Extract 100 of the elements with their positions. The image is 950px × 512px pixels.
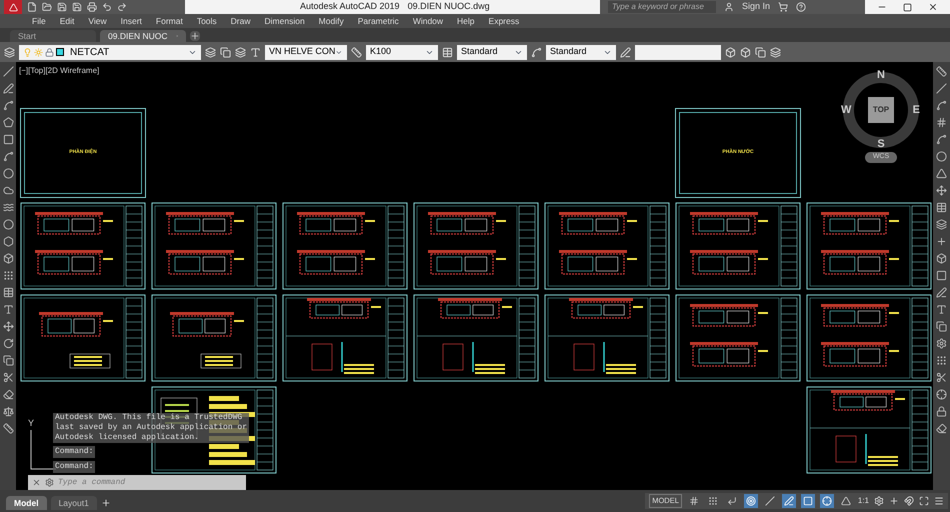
east-label: E: [912, 104, 920, 116]
input-field[interactable]: [635, 44, 721, 60]
file-name: 09.DIEN NUOC.dwg: [408, 0, 490, 14]
menu-item[interactable]: Express: [488, 14, 520, 28]
menu-item[interactable]: Window: [412, 14, 444, 28]
search-field[interactable]: Type a keyword or phrase: [608, 1, 716, 13]
layout-tab[interactable]: Layout1: [50, 496, 97, 510]
open-icon[interactable]: [42, 2, 52, 12]
text-style-dropdown[interactable]: VN HELVE CON: [265, 44, 347, 60]
triangle-toggle[interactable]: [838, 494, 853, 508]
ucs-axis-icon: [30, 430, 56, 470]
block-layers-icon[interactable]: [770, 46, 781, 58]
viewcube-face[interactable]: TOP: [868, 97, 894, 123]
maximize-icon[interactable]: [903, 2, 912, 12]
lock-icon[interactable]: [936, 406, 947, 417]
curve-icon[interactable]: [2, 151, 14, 162]
south-label: S: [877, 139, 885, 150]
spline-icon[interactable]: [2, 202, 14, 213]
command-input[interactable]: Type a command: [58, 476, 242, 488]
sun-icon: [34, 48, 43, 56]
block-icon[interactable]: [725, 46, 736, 58]
close-icon[interactable]: [928, 2, 938, 12]
annotation-scale-button[interactable]: 1:1: [858, 495, 869, 507]
settings-icon[interactable]: [874, 496, 884, 506]
layout-tab[interactable]: Model: [6, 496, 47, 510]
block-edit-icon[interactable]: [740, 46, 751, 58]
move-icon[interactable]: [2, 321, 14, 332]
menu-item[interactable]: Draw: [230, 14, 251, 28]
save-as-icon[interactable]: [72, 2, 82, 12]
text-style-icon[interactable]: [250, 46, 261, 58]
line-icon[interactable]: [2, 66, 14, 77]
new-tab-icon[interactable]: [190, 31, 200, 41]
center-mark-icon[interactable]: [936, 236, 947, 247]
undo-icon[interactable]: [102, 2, 112, 12]
polyline-icon[interactable]: [2, 83, 14, 94]
table-icon[interactable]: [2, 287, 14, 298]
menu-icon[interactable]: [934, 496, 944, 506]
document-tab[interactable]: 09.DIEN NUOC: [100, 30, 186, 42]
multileader-style-dropdown[interactable]: Standard: [546, 44, 616, 60]
square-toggle[interactable]: [800, 494, 815, 508]
sign-in-link[interactable]: Sign In: [742, 0, 770, 14]
menu-item[interactable]: Edit: [60, 14, 74, 28]
viewport-label[interactable]: [−][Top][2D Wireframe]: [19, 65, 100, 77]
text-icon[interactable]: [2, 304, 14, 315]
fullscreen-icon[interactable]: [919, 496, 929, 506]
ellipse-icon[interactable]: [2, 219, 14, 230]
menu-item[interactable]: View: [88, 14, 107, 28]
erase-icon[interactable]: [2, 389, 14, 400]
layer-dropdown[interactable]: NETCAT: [19, 44, 201, 60]
menu-item[interactable]: Modify: [318, 14, 344, 28]
user-icon: [724, 2, 734, 12]
polygon-icon[interactable]: [2, 117, 14, 128]
rectangle-icon[interactable]: [2, 134, 14, 145]
style-icon[interactable]: [936, 338, 947, 349]
block-icon[interactable]: [2, 253, 14, 264]
menu-item[interactable]: Parametric: [358, 14, 399, 28]
menu-item[interactable]: Help: [457, 14, 475, 28]
table-style-icon[interactable]: [442, 46, 453, 58]
slash-toggle[interactable]: [762, 494, 777, 508]
command-history-message: Autodesk DWG. This file is a TrustedDWG last saved by an Autodesk application or Autodesk licensed application.: [53, 413, 250, 443]
copy-icon[interactable]: [2, 355, 14, 366]
hatch-icon[interactable]: [2, 270, 14, 281]
text-edit-icon[interactable]: [936, 304, 947, 315]
break-icon[interactable]: [936, 372, 947, 383]
dimension-icon[interactable]: [936, 66, 947, 77]
measure-icon[interactable]: [2, 423, 14, 434]
menu-item[interactable]: Format: [156, 14, 183, 28]
color-swatch-icon: [56, 48, 64, 56]
menu-item[interactable]: Tools: [196, 14, 217, 28]
dimension-style-dropdown[interactable]: K100: [366, 44, 438, 60]
print-icon[interactable]: [87, 2, 97, 12]
circle-icon[interactable]: [2, 168, 14, 179]
rotate-icon[interactable]: [2, 338, 14, 349]
erase-icon[interactable]: [936, 423, 947, 434]
save-icon[interactable]: [57, 2, 67, 12]
diameter-icon[interactable]: [936, 151, 947, 162]
layer-previous-icon[interactable]: [235, 46, 246, 58]
cloud-icon[interactable]: [2, 185, 14, 196]
edit-icon[interactable]: [936, 287, 947, 298]
menu-item[interactable]: Insert: [120, 14, 142, 28]
target-toggle[interactable]: [744, 494, 758, 508]
arc-icon[interactable]: [2, 100, 14, 111]
hexagon-icon[interactable]: [2, 236, 14, 247]
cart-icon[interactable]: [778, 2, 788, 12]
help-icon[interactable]: [796, 2, 806, 12]
table-style-dropdown[interactable]: Standard: [457, 44, 527, 60]
app-logo-icon[interactable]: [4, 0, 22, 14]
redo-icon[interactable]: [117, 2, 127, 12]
layer-properties-icon[interactable]: [4, 46, 15, 58]
menu-item[interactable]: Dimension: [264, 14, 305, 28]
trim-icon[interactable]: [2, 372, 14, 383]
customize-icon[interactable]: [45, 478, 54, 487]
new-layout-icon[interactable]: [100, 498, 111, 508]
menu-item[interactable]: File: [32, 14, 46, 28]
dimension-style-icon[interactable]: [351, 46, 362, 58]
document-tab[interactable]: Start: [10, 30, 96, 42]
block-copy-icon[interactable]: [755, 46, 766, 58]
plus-icon[interactable]: [889, 496, 899, 506]
new-icon[interactable]: [27, 2, 37, 12]
scale-icon[interactable]: [2, 406, 14, 417]
